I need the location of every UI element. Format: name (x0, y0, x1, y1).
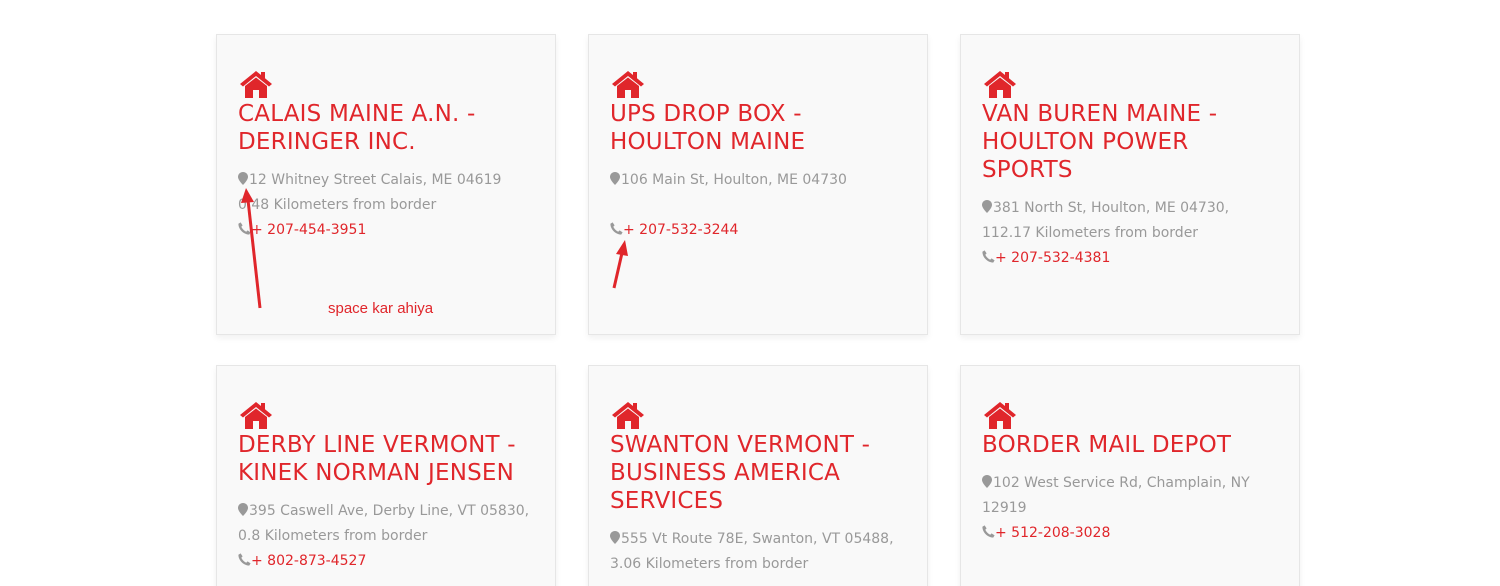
map-pin-icon (982, 200, 992, 213)
phone-number[interactable]: + 207-532-3244 (623, 222, 738, 238)
phone-link[interactable]: + 207-532-4381 (982, 246, 1278, 271)
phone-number[interactable]: + 512-208-3028 (995, 525, 1110, 541)
map-pin-icon (982, 475, 992, 488)
location-title[interactable]: BORDER MAIL DEPOT (982, 431, 1278, 459)
phone-link[interactable]: + 512-208-3028 (982, 521, 1278, 546)
phone-icon (238, 222, 251, 235)
location-address: 395 Caswell Ave, Derby Line, VT 05830, 0… (238, 499, 534, 549)
location-title[interactable]: DERBY LINE VERMONT - KINEK NORMAN JENSEN (238, 431, 534, 487)
phone-number[interactable]: + 802-873-4527 (251, 553, 366, 569)
location-card: BORDER MAIL DEPOT 102 West Service Rd, C… (960, 365, 1300, 586)
home-icon (240, 402, 272, 429)
phone-number[interactable]: + 207-454-3951 (251, 222, 366, 238)
location-card: UPS DROP BOX - HOULTON MAINE 106 Main St… (588, 34, 928, 335)
location-card: VAN BUREN MAINE - HOULTON POWER SPORTS 3… (960, 34, 1300, 335)
phone-icon (982, 525, 995, 538)
map-pin-icon (238, 503, 248, 516)
phone-link[interactable]: + 207-454-3951 (238, 218, 534, 243)
phone-number[interactable]: + 207-532-4381 (995, 250, 1110, 266)
location-title[interactable]: VAN BUREN MAINE - HOULTON POWER SPORTS (982, 100, 1278, 184)
address-text: 102 West Service Rd, Champlain, NY 12919 (982, 475, 1250, 516)
location-card: SWANTON VERMONT - BUSINESS AMERICA SERVI… (588, 365, 928, 586)
home-icon (984, 402, 1016, 429)
map-pin-icon (610, 531, 620, 544)
location-title[interactable]: CALAIS MAINE A.N. - DERINGER INC. (238, 100, 534, 156)
address-text: 106 Main St, Houlton, ME 04730 (621, 172, 847, 188)
map-pin-icon (610, 172, 620, 185)
phone-link[interactable]: + 207-532-3244 (610, 218, 906, 243)
address-text: 12 Whitney Street Calais, ME 04619 0.48 … (238, 172, 502, 213)
phone-icon (238, 553, 251, 566)
location-address: 555 Vt Route 78E, Swanton, VT 05488, 3.0… (610, 527, 906, 577)
address-text: 555 Vt Route 78E, Swanton, VT 05488, 3.0… (610, 531, 894, 572)
location-card: CALAIS MAINE A.N. - DERINGER INC. 12 Whi… (216, 34, 556, 335)
location-card: DERBY LINE VERMONT - KINEK NORMAN JENSEN… (216, 365, 556, 586)
home-icon (612, 71, 644, 98)
address-text: 395 Caswell Ave, Derby Line, VT 05830, 0… (238, 503, 530, 544)
phone-icon (610, 222, 623, 235)
location-title[interactable]: UPS DROP BOX - HOULTON MAINE (610, 100, 906, 156)
location-address: 12 Whitney Street Calais, ME 04619 0.48 … (238, 168, 534, 218)
location-address: 381 North St, Houlton, ME 04730, 112.17 … (982, 196, 1278, 246)
empty-line (610, 193, 906, 218)
address-text: 381 North St, Houlton, ME 04730, 112.17 … (982, 200, 1230, 241)
phone-link[interactable]: + 802-873-4527 (238, 549, 534, 574)
home-icon (612, 402, 644, 429)
home-icon (240, 71, 272, 98)
home-icon (984, 71, 1016, 98)
location-address: 106 Main St, Houlton, ME 04730 (610, 168, 906, 193)
annotation-note: space kar ahiya (328, 300, 434, 317)
locations-grid: CALAIS MAINE A.N. - DERINGER INC. 12 Whi… (0, 0, 1500, 586)
map-pin-icon (238, 172, 248, 185)
location-address: 102 West Service Rd, Champlain, NY 12919 (982, 471, 1278, 521)
location-title[interactable]: SWANTON VERMONT - BUSINESS AMERICA SERVI… (610, 431, 906, 515)
phone-icon (982, 250, 995, 263)
